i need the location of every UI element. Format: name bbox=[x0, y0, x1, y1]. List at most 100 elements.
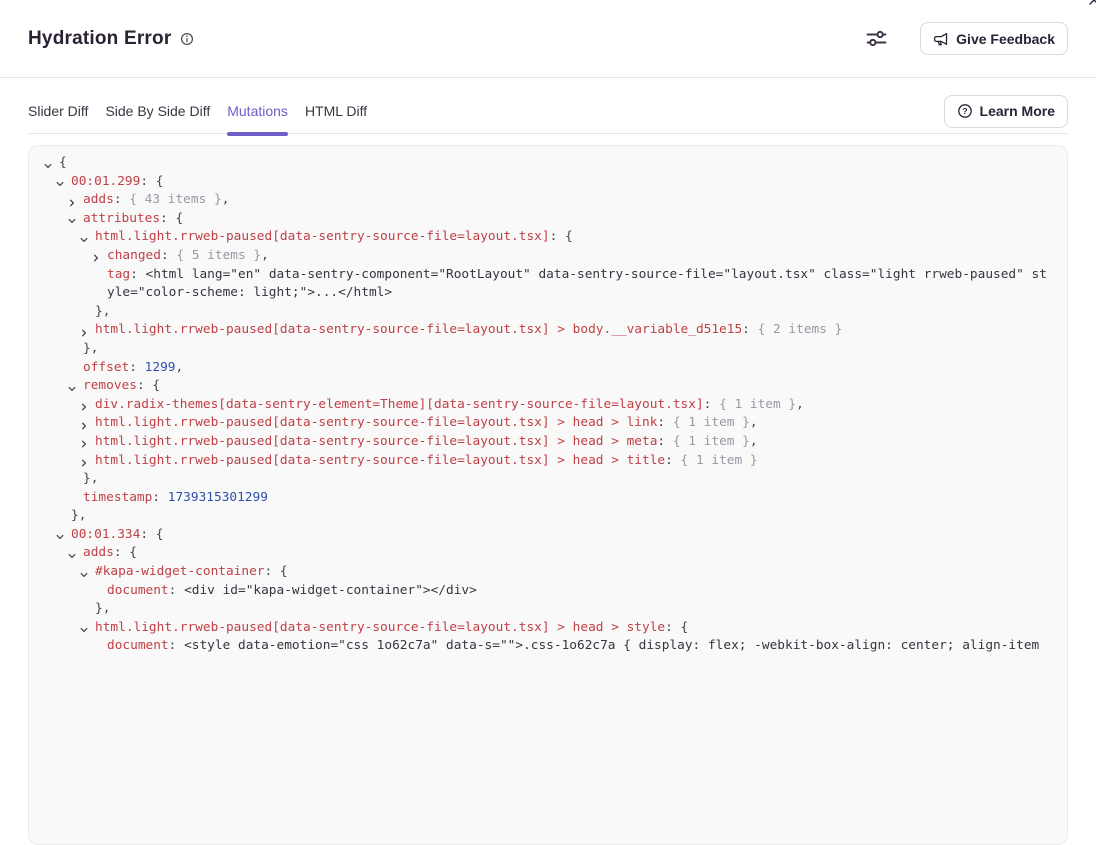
json-punctuation: : { bbox=[137, 378, 160, 393]
json-punctuation: }, bbox=[71, 508, 86, 523]
mutation-tree-panel[interactable]: {00:01.299: {adds: { 43 items },attribut… bbox=[28, 145, 1068, 845]
chevron-down-icon[interactable] bbox=[79, 233, 89, 243]
json-key: changed bbox=[107, 248, 161, 263]
chevron-right-icon[interactable] bbox=[91, 251, 101, 261]
tab-side-by-side-diff[interactable]: Side By Side Diff bbox=[105, 88, 210, 134]
json-key: html.light.rrweb-paused[data-sentry-sour… bbox=[95, 229, 550, 244]
tab-slider-diff[interactable]: Slider Diff bbox=[28, 88, 88, 134]
json-punctuation: : { bbox=[114, 545, 137, 560]
json-key: #kapa-widget-container bbox=[95, 564, 265, 579]
give-feedback-button[interactable]: Give Feedback bbox=[920, 22, 1068, 55]
tree-line: attributes: { bbox=[29, 210, 1051, 229]
json-key: removes bbox=[83, 378, 137, 393]
tree-line: }, bbox=[29, 340, 1051, 359]
json-punctuation: : { bbox=[140, 527, 163, 542]
json-punctuation: { bbox=[59, 155, 67, 170]
mutation-tree: {00:01.299: {adds: { 43 items },attribut… bbox=[29, 154, 1051, 656]
tree-line: adds: { 43 items }, bbox=[29, 191, 1051, 210]
tree-line: timestamp: 1739315301299 bbox=[29, 489, 1051, 508]
json-punctuation: : bbox=[657, 415, 672, 430]
tabs: Slider Diff Side By Side Diff Mutations HTM… bbox=[28, 88, 367, 134]
chevron-right-icon[interactable] bbox=[79, 400, 89, 410]
tree-line: html.light.rrweb-paused[data-sentry-sour… bbox=[29, 619, 1051, 638]
tree-line: html.light.rrweb-paused[data-sentry-sour… bbox=[29, 433, 1051, 452]
chevron-down-icon[interactable] bbox=[79, 623, 89, 633]
json-punctuation: , bbox=[261, 248, 269, 263]
chevron-right-icon[interactable] bbox=[79, 456, 89, 466]
megaphone-icon bbox=[933, 31, 949, 47]
json-key: html.light.rrweb-paused[data-sentry-sour… bbox=[95, 415, 657, 430]
chevron-down-icon[interactable] bbox=[79, 568, 89, 578]
json-number: 1299 bbox=[145, 360, 176, 375]
json-items-count: { 1 item } bbox=[719, 397, 796, 412]
chevron-down-icon[interactable] bbox=[55, 177, 65, 187]
json-key: tag bbox=[107, 267, 130, 282]
tree-line: offset: 1299, bbox=[29, 359, 1051, 378]
json-key: 00:01.334 bbox=[71, 527, 140, 542]
json-punctuation: }, bbox=[83, 341, 98, 356]
json-key: timestamp bbox=[83, 490, 152, 505]
json-punctuation: : bbox=[169, 638, 184, 653]
json-punctuation: : bbox=[114, 192, 129, 207]
json-key: div.radix-themes[data-sentry-element=The… bbox=[95, 397, 704, 412]
chevron-down-icon[interactable] bbox=[67, 214, 77, 224]
tab-mutations[interactable]: Mutations bbox=[227, 88, 288, 134]
json-number: 1739315301299 bbox=[168, 490, 268, 505]
chevron-right-icon[interactable] bbox=[79, 437, 89, 447]
json-key: offset bbox=[83, 360, 129, 375]
chevron-down-icon[interactable] bbox=[43, 159, 53, 169]
learn-more-button[interactable]: ? Learn More bbox=[944, 95, 1068, 128]
json-punctuation: : { bbox=[665, 620, 688, 635]
info-icon[interactable] bbox=[180, 32, 194, 46]
json-items-count: { 2 items } bbox=[758, 322, 843, 337]
json-punctuation: , bbox=[750, 434, 758, 449]
json-punctuation: : bbox=[657, 434, 672, 449]
json-key: attributes bbox=[83, 211, 160, 226]
json-value: <html lang="en" data-sentry-component="R… bbox=[107, 267, 1047, 301]
json-punctuation: : bbox=[169, 583, 184, 598]
chevron-right-icon[interactable] bbox=[79, 419, 89, 429]
svg-text:?: ? bbox=[962, 106, 967, 116]
json-value: <style data-emotion="css 1o62c7a" data-s… bbox=[184, 638, 1039, 653]
json-punctuation: , bbox=[222, 192, 230, 207]
json-items-count: { 1 item } bbox=[673, 434, 750, 449]
tree-line: }, bbox=[29, 303, 1051, 322]
json-punctuation: : bbox=[152, 490, 167, 505]
tab-html-diff[interactable]: HTML Diff bbox=[305, 88, 367, 134]
tree-line: html.light.rrweb-paused[data-sentry-sour… bbox=[29, 452, 1051, 471]
close-icon[interactable] bbox=[1087, 0, 1096, 12]
json-punctuation: : { bbox=[140, 174, 163, 189]
json-items-count: { 1 item } bbox=[681, 453, 758, 468]
json-key: html.light.rrweb-paused[data-sentry-sour… bbox=[95, 620, 665, 635]
help-icon: ? bbox=[957, 103, 973, 119]
chevron-down-icon[interactable] bbox=[67, 549, 77, 559]
tree-line: html.light.rrweb-paused[data-sentry-sour… bbox=[29, 414, 1051, 433]
json-key: 00:01.299 bbox=[71, 174, 140, 189]
json-punctuation: : bbox=[665, 453, 680, 468]
json-punctuation: : { bbox=[265, 564, 288, 579]
give-feedback-label: Give Feedback bbox=[956, 31, 1055, 47]
chevron-right-icon[interactable] bbox=[79, 326, 89, 336]
json-items-count: { 43 items } bbox=[129, 192, 221, 207]
tree-line: div.radix-themes[data-sentry-element=The… bbox=[29, 396, 1051, 415]
tree-line: 00:01.299: { bbox=[29, 173, 1051, 192]
chevron-right-icon[interactable] bbox=[67, 196, 77, 206]
tree-line: removes: { bbox=[29, 377, 1051, 396]
sliders-icon[interactable] bbox=[865, 27, 888, 50]
tree-line: adds: { bbox=[29, 544, 1051, 563]
chevron-down-icon[interactable] bbox=[55, 530, 65, 540]
json-punctuation: }, bbox=[95, 304, 110, 319]
tree-line: 00:01.334: { bbox=[29, 526, 1051, 545]
tree-line: }, bbox=[29, 470, 1051, 489]
chevron-down-icon[interactable] bbox=[67, 382, 77, 392]
tree-line: tag: <html lang="en" data-sentry-compone… bbox=[29, 266, 1051, 303]
tree-line: }, bbox=[29, 507, 1051, 526]
json-value: <div id="kapa-widget-container"></div> bbox=[184, 583, 477, 598]
tree-line: document: <style data-emotion="css 1o62c… bbox=[29, 637, 1051, 656]
tree-line: #kapa-widget-container: { bbox=[29, 563, 1051, 582]
json-punctuation: }, bbox=[95, 601, 110, 616]
json-punctuation: : bbox=[130, 267, 145, 282]
json-items-count: { 1 item } bbox=[673, 415, 750, 430]
json-key: html.light.rrweb-paused[data-sentry-sour… bbox=[95, 434, 657, 449]
learn-more-label: Learn More bbox=[980, 103, 1055, 119]
